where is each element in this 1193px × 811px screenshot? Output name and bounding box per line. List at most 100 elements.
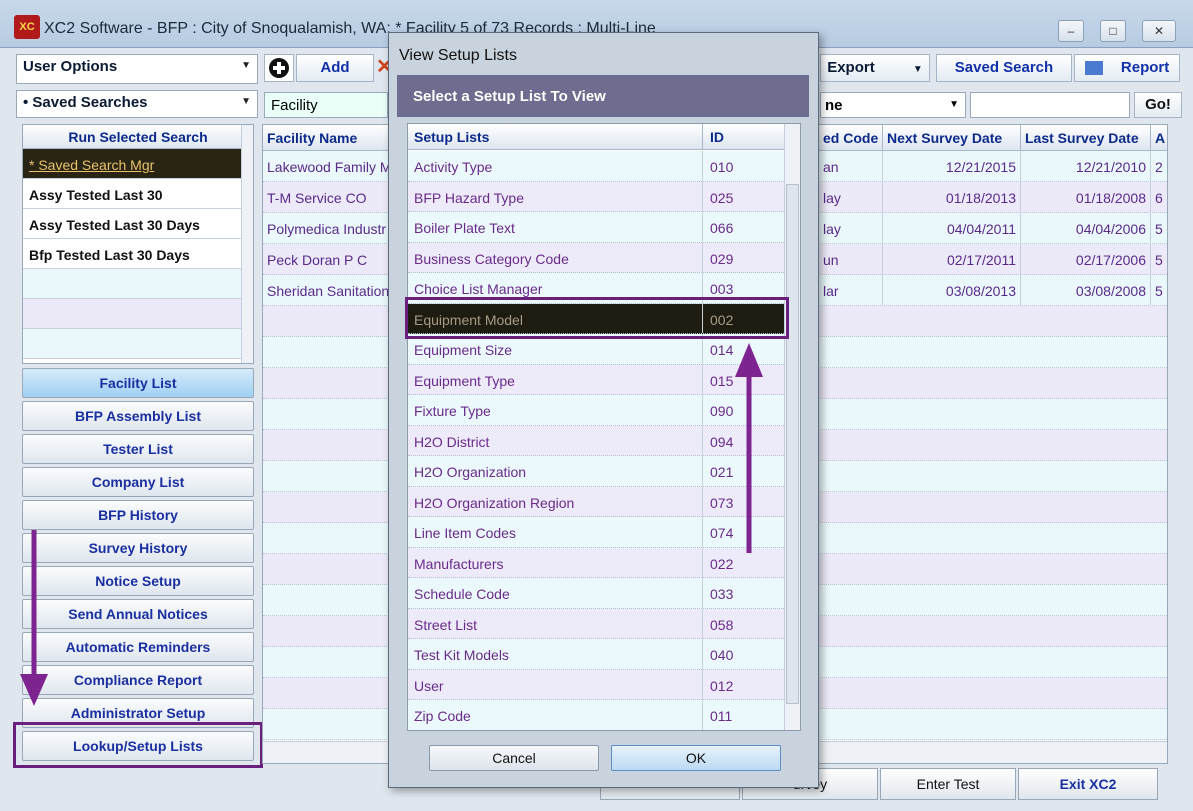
exit-button[interactable]: Exit XC2: [1018, 768, 1158, 800]
cancel-button[interactable]: Cancel: [429, 745, 599, 771]
setup-list-id: 010: [710, 159, 734, 175]
column-divider: [702, 212, 703, 242]
nav-send-annual-notices[interactable]: Send Annual Notices: [22, 599, 254, 629]
dialog-header: Select a Setup List To View: [397, 75, 809, 117]
run-selected-search-header[interactable]: Run Selected Search: [23, 125, 253, 149]
next-survey-cell: 02/17/2011: [883, 244, 1021, 275]
column-divider: [702, 547, 703, 577]
user-options-select[interactable]: User Options ▼: [16, 54, 258, 84]
setup-list-row[interactable]: Boiler Plate Text 066: [408, 212, 786, 243]
facility-name-cell: Peck Doran P C: [263, 244, 389, 275]
next-survey-cell: 12/21/2015: [883, 151, 1021, 182]
list-item[interactable]: Assy Tested Last 30: [23, 179, 241, 209]
next-survey-cell: 04/04/2011: [883, 213, 1021, 244]
column-header-facility-name[interactable]: Facility Name: [263, 125, 389, 151]
code-cell: an: [819, 151, 883, 182]
app-logo-icon: XC: [14, 15, 40, 39]
a-cell: 5: [1151, 213, 1167, 244]
setup-list-id: 033: [710, 586, 734, 602]
setup-list-name: H2O District: [414, 433, 490, 450]
next-survey-cell: 03/08/2013: [883, 275, 1021, 306]
nav-facility-list[interactable]: Facility List: [22, 368, 254, 398]
facility-name-cell: T-M Service CO: [263, 182, 389, 213]
search-field-select[interactable]: Facility: [264, 92, 388, 118]
go-button[interactable]: Go!: [1134, 92, 1182, 118]
saved-searches-label: • Saved Searches: [23, 94, 148, 111]
setup-lists-dialog: View Setup Lists Select a Setup List To …: [388, 32, 819, 788]
column-header-next-survey[interactable]: Next Survey Date: [883, 125, 1021, 151]
setup-list-name: Schedule Code: [414, 586, 510, 602]
maximize-button[interactable]: □: [1100, 20, 1126, 42]
report-button[interactable]: Report: [1074, 54, 1180, 82]
saved-searches-select[interactable]: • Saved Searches ▼: [16, 90, 258, 118]
last-survey-cell: 01/18/2008: [1021, 182, 1151, 213]
facility-name-cell: Polymedica Industr: [263, 213, 389, 244]
setup-list-id: 025: [710, 189, 734, 206]
column-divider: [702, 608, 703, 638]
setup-list-name: Choice List Manager: [414, 281, 543, 297]
column-divider: [702, 669, 703, 699]
column-divider: [702, 364, 703, 394]
nav-company-list[interactable]: Company List: [22, 467, 254, 497]
column-divider: [702, 181, 703, 211]
a-cell: 6: [1151, 182, 1167, 213]
setup-list-name: Zip Code: [414, 708, 471, 724]
setup-list-name: Boiler Plate Text: [414, 220, 515, 236]
setup-list-row[interactable]: Street List 058: [408, 608, 786, 639]
setup-list-id: 012: [710, 677, 734, 694]
nav-tester-list[interactable]: Tester List: [22, 434, 254, 464]
setup-list-row[interactable]: Schedule Code 033: [408, 578, 786, 609]
scrollbar-thumb[interactable]: [786, 184, 799, 704]
setup-list-id: 022: [710, 555, 734, 572]
setup-list-name: Street List: [414, 616, 478, 633]
column-header-id[interactable]: ID: [710, 129, 724, 145]
minimize-button[interactable]: –: [1058, 20, 1084, 42]
close-button[interactable]: ✕: [1142, 20, 1176, 42]
setup-list-row[interactable]: Test Kit Models 040: [408, 639, 786, 670]
column-header-setup-lists[interactable]: Setup Lists: [414, 129, 489, 145]
list-item[interactable]: Assy Tested Last 30 Days: [23, 209, 241, 239]
list-item: [23, 299, 241, 329]
list-item: [23, 269, 241, 299]
column-header-a[interactable]: A: [1151, 125, 1167, 151]
column-divider: [702, 517, 703, 547]
add-button[interactable]: Add: [296, 54, 374, 82]
scrollbar[interactable]: [784, 124, 800, 730]
nav-survey-history[interactable]: Survey History: [22, 533, 254, 563]
export-button[interactable]: Export ▼: [820, 54, 930, 82]
a-cell: 5: [1151, 244, 1167, 275]
setup-list-id: 058: [710, 616, 734, 633]
setup-list-id: 066: [710, 220, 734, 236]
setup-list-row[interactable]: BFP Hazard Type 025: [408, 181, 786, 212]
setup-list-row[interactable]: User 012: [408, 669, 786, 700]
chevron-down-icon: ▼: [241, 60, 251, 71]
facility-name-cell: Sheridan Sanitation: [263, 275, 389, 306]
code-cell: lay: [819, 182, 883, 213]
search-operator-label: ne: [825, 97, 843, 114]
search-input[interactable]: [970, 92, 1130, 118]
add-icon[interactable]: [264, 54, 294, 82]
nav-bfp-assembly-list[interactable]: BFP Assembly List: [22, 401, 254, 431]
nav-compliance-report[interactable]: Compliance Report: [22, 665, 254, 695]
column-divider: [702, 486, 703, 516]
saved-search-button[interactable]: Saved Search: [936, 54, 1072, 82]
scrollbar[interactable]: [241, 125, 253, 363]
column-header-last-survey[interactable]: Last Survey Date: [1021, 125, 1151, 151]
nav-automatic-reminders[interactable]: Automatic Reminders: [22, 632, 254, 662]
list-item[interactable]: * Saved Search Mgr: [23, 149, 241, 179]
setup-list-name: Manufacturers: [414, 555, 504, 572]
search-operator-select[interactable]: ne ▼: [820, 92, 966, 118]
setup-list-row[interactable]: Business Category Code 029: [408, 242, 786, 273]
list-item[interactable]: Bfp Tested Last 30 Days: [23, 239, 241, 269]
setup-list-row[interactable]: Zip Code 011: [408, 700, 786, 730]
enter-test-button[interactable]: Enter Test: [880, 768, 1016, 800]
column-header-code[interactable]: ed Code: [819, 125, 883, 151]
dialog-title: View Setup Lists: [399, 47, 517, 64]
nav-notice-setup[interactable]: Notice Setup: [22, 566, 254, 596]
code-cell: lay: [819, 213, 883, 244]
nav-bfp-history[interactable]: BFP History: [22, 500, 254, 530]
setup-list-row[interactable]: Activity Type 010: [408, 151, 786, 182]
code-cell: un: [819, 244, 883, 275]
ok-button[interactable]: OK: [611, 745, 781, 771]
setup-list-name: Equipment Size: [414, 342, 513, 358]
